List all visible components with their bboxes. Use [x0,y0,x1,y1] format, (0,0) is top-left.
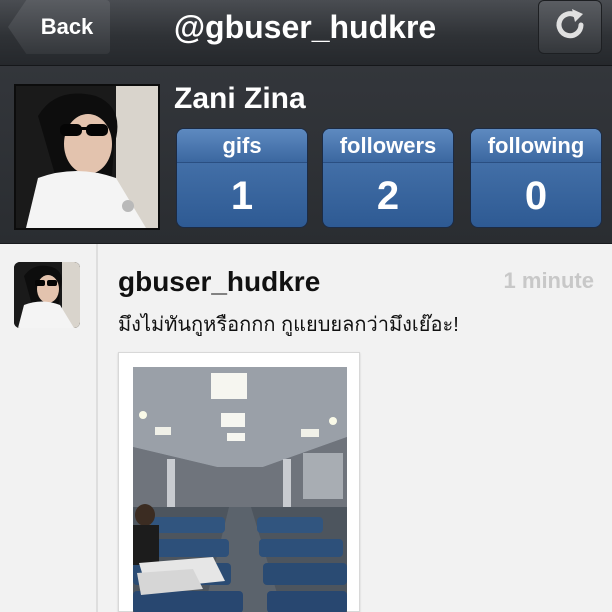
stat-label: followers [323,129,453,163]
post-gif-image[interactable] [133,367,347,612]
refresh-icon [550,5,590,50]
profile-header: Zani Zina gifs 1 followers 2 following 0 [0,66,612,244]
post-timestamp: 1 minute [503,268,594,293]
feed: gbuser_hudkre 1 minute มึงไม่ทันกูหรือกก… [0,244,612,612]
back-button[interactable]: Back [8,0,110,54]
stat-value: 1 [230,174,254,218]
post-gif-frame[interactable] [118,352,360,612]
profile-avatar [14,84,160,230]
stat-gifs[interactable]: gifs 1 [176,128,308,228]
stat-following[interactable]: following 0 [470,128,602,228]
stat-value: 2 [376,174,400,218]
post-avatar[interactable] [14,262,80,328]
back-button-label: Back [40,14,94,39]
stat-label: gifs [177,129,307,163]
stat-value: 0 [524,174,548,218]
profile-name: Zani Zina [174,82,306,115]
stat-followers[interactable]: followers 2 [322,128,454,228]
feed-divider [96,244,98,612]
post-username[interactable]: gbuser_hudkre [118,266,320,298]
post-caption: มึงไม่ทันกูหรือกกก กูแยบยลกว่ามึงเย๊อะ! [118,314,459,336]
refresh-button[interactable] [538,0,602,54]
page-title: @gbuser_hudkre [173,9,437,45]
nav-bar: Back @gbuser_hudkre [0,0,612,66]
stat-label: following [471,129,601,163]
